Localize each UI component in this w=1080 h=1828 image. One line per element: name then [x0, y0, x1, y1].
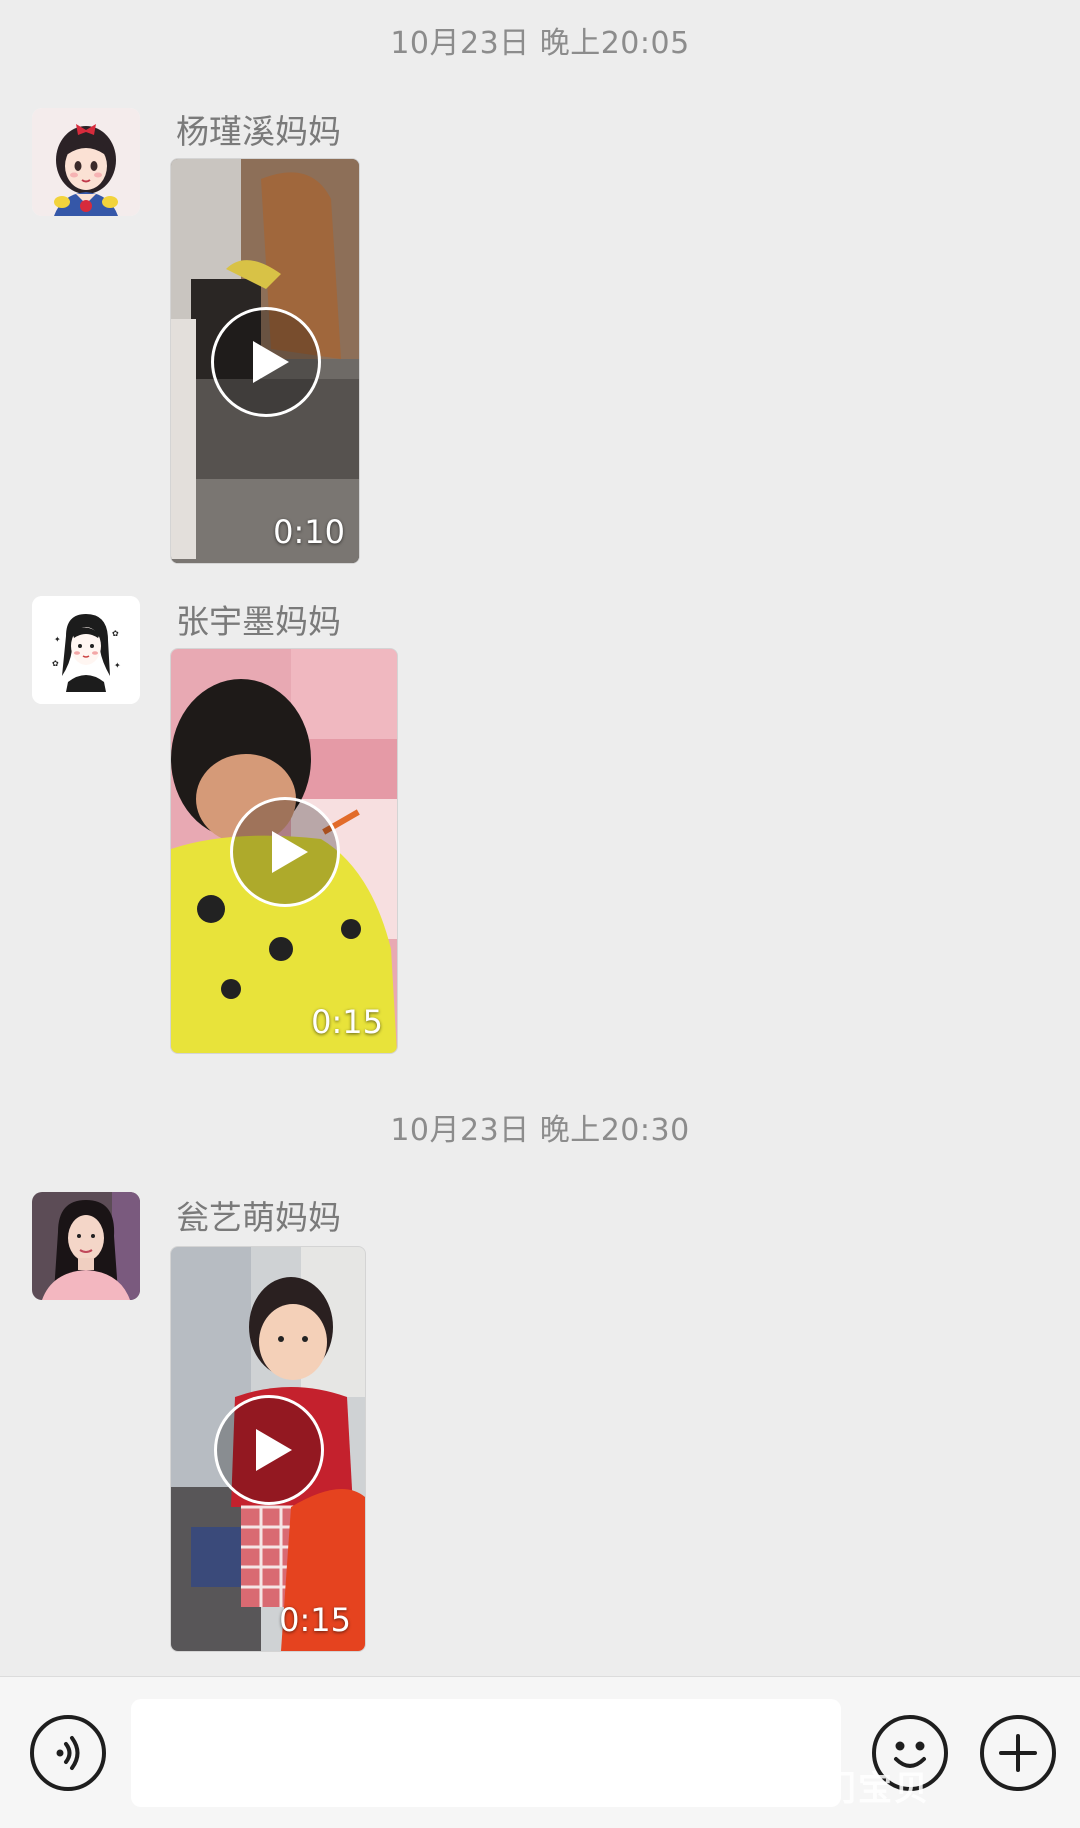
- play-icon[interactable]: [211, 307, 321, 417]
- video-duration: 0:15: [279, 1601, 351, 1639]
- chat-input-bar: 家门宝贝: [0, 1676, 1080, 1828]
- photo-woman-avatar-icon: [32, 1192, 140, 1300]
- play-icon[interactable]: [214, 1395, 324, 1505]
- sketch-girl-avatar-icon: ✦ ✿ ✿ ✦: [32, 596, 140, 704]
- chat-message-list[interactable]: 10月23日 晚上20:05 杨瑾溪妈妈 0:10 ✦ ✿ ✿ ✦ 张宇墨妈妈 …: [0, 0, 1080, 1676]
- svg-text:✿: ✿: [112, 629, 119, 638]
- video-message[interactable]: 0:15: [170, 1246, 366, 1652]
- svg-text:✦: ✦: [54, 635, 61, 644]
- sender-avatar[interactable]: [32, 108, 140, 216]
- video-duration: 0:10: [273, 513, 345, 551]
- video-message[interactable]: 0:10: [170, 158, 360, 564]
- svg-text:✦: ✦: [114, 661, 121, 670]
- sender-name: 杨瑾溪妈妈: [176, 112, 341, 151]
- play-icon[interactable]: [230, 797, 340, 907]
- sender-avatar[interactable]: ✦ ✿ ✿ ✦: [32, 596, 140, 704]
- video-duration: 0:15: [311, 1003, 383, 1041]
- plus-icon: [999, 1734, 1037, 1772]
- sender-name: 张宇墨妈妈: [176, 602, 341, 641]
- more-button[interactable]: [980, 1715, 1056, 1791]
- svg-text:✿: ✿: [52, 659, 59, 668]
- voice-button[interactable]: [30, 1715, 106, 1791]
- voice-icon: [56, 1736, 80, 1770]
- timestamp: 10月23日 晚上20:30: [390, 1113, 690, 1148]
- sender-avatar[interactable]: [32, 1192, 140, 1300]
- video-message[interactable]: 0:15: [170, 648, 398, 1054]
- sender-name: 瓮艺萌妈妈: [176, 1198, 341, 1237]
- message-input[interactable]: [131, 1699, 841, 1807]
- watermark-logo: 家门宝贝: [786, 1769, 930, 1809]
- timestamp: 10月23日 晚上20:05: [390, 26, 690, 61]
- snow-white-avatar-icon: [32, 108, 140, 216]
